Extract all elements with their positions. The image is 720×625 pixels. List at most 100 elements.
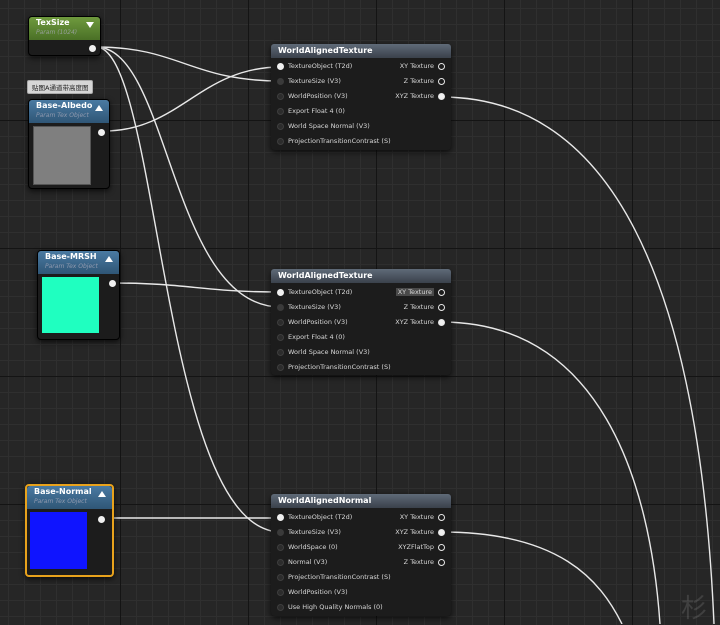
base-mrsh-node[interactable]: Base-MRSH Param Tex Object xyxy=(37,250,120,340)
input-projection-contrast[interactable]: ProjectionTransitionContrast (S) xyxy=(275,134,391,149)
input-texture-object[interactable]: TextureObject (T2d) xyxy=(275,285,352,300)
normal-title: Base-Normal xyxy=(34,487,92,496)
input-pin[interactable] xyxy=(277,349,284,356)
input-pin[interactable] xyxy=(277,574,284,581)
input-world-space[interactable]: WorldSpace (0) xyxy=(275,540,338,555)
input-pin[interactable] xyxy=(277,78,284,85)
normal-output-pin[interactable] xyxy=(98,516,105,523)
output-xy-texture[interactable]: XY Texture xyxy=(365,285,445,300)
collapse-arrow-icon[interactable] xyxy=(98,491,106,497)
output-xy-texture[interactable]: XY Texture xyxy=(365,510,445,525)
input-pin[interactable] xyxy=(277,138,284,145)
comment-text: 贴图A通道带高度图 xyxy=(32,84,89,92)
wire-wat1-xyz-out xyxy=(440,96,715,624)
input-texture-size[interactable]: TextureSize (V3) xyxy=(275,300,341,315)
collapse-arrow-icon[interactable] xyxy=(86,22,94,28)
input-label: Normal (V3) xyxy=(288,558,328,566)
input-label: Export Float 4 (0) xyxy=(288,107,345,115)
input-pin[interactable] xyxy=(277,544,284,551)
input-normal[interactable]: Normal (V3) xyxy=(275,555,327,570)
watermark-glyph: 杉 xyxy=(681,594,708,624)
output-xyz-texture[interactable]: XYZ Texture xyxy=(365,315,445,330)
wat2-title: WorldAlignedTexture xyxy=(271,269,451,283)
mrsh-title: Base-MRSH xyxy=(45,252,97,261)
output-label: XYZFlatTop xyxy=(398,543,434,551)
output-pin[interactable] xyxy=(438,63,445,70)
input-pin[interactable] xyxy=(277,63,284,70)
output-pin[interactable] xyxy=(438,304,445,311)
input-pin[interactable] xyxy=(277,319,284,326)
output-pin[interactable] xyxy=(438,289,445,296)
output-label: XYZ Texture xyxy=(395,318,434,326)
output-label: Z Texture xyxy=(403,77,434,85)
wire-mrsh-to-wat2 xyxy=(111,282,282,293)
mrsh-output-pin[interactable] xyxy=(109,280,116,287)
output-z-texture[interactable]: Z Texture xyxy=(365,74,445,89)
output-label: XYZ Texture xyxy=(395,92,434,100)
collapse-arrow-icon[interactable] xyxy=(105,256,113,262)
input-label: TextureObject (T2d) xyxy=(288,513,353,521)
wire-albedo-to-wat1 xyxy=(103,66,282,132)
output-pin[interactable] xyxy=(438,559,445,566)
input-texture-object[interactable]: TextureObject (T2d) xyxy=(275,510,352,525)
input-label: TextureSize (V3) xyxy=(288,528,341,536)
input-world-space-normal[interactable]: World Space Normal (V3) xyxy=(275,119,370,134)
input-pin[interactable] xyxy=(277,304,284,311)
input-pin[interactable] xyxy=(277,589,284,596)
input-pin[interactable] xyxy=(277,364,284,371)
output-pin[interactable] xyxy=(438,544,445,551)
input-pin[interactable] xyxy=(277,334,284,341)
normal-header: Base-Normal Param Tex Object xyxy=(27,486,112,509)
albedo-output-pin[interactable] xyxy=(98,129,105,136)
input-pin[interactable] xyxy=(277,108,284,115)
output-xyz-texture[interactable]: XYZ Texture xyxy=(365,525,445,540)
input-projection-contrast[interactable]: ProjectionTransitionContrast (S) xyxy=(275,570,391,585)
output-pin[interactable] xyxy=(438,529,445,536)
input-pin[interactable] xyxy=(277,529,284,536)
output-pin[interactable] xyxy=(438,78,445,85)
input-high-quality-normals[interactable]: Use High Quality Normals (0) xyxy=(275,600,383,615)
output-label: Z Texture xyxy=(403,558,434,566)
input-pin[interactable] xyxy=(277,604,284,611)
base-albedo-node[interactable]: Base-Albedo Param Tex Object xyxy=(28,99,110,189)
output-pin[interactable] xyxy=(438,93,445,100)
output-xy-texture[interactable]: XY Texture xyxy=(365,59,445,74)
output-pin[interactable] xyxy=(438,514,445,521)
input-export-float4[interactable]: Export Float 4 (0) xyxy=(275,330,345,345)
input-world-position[interactable]: WorldPosition (V3) xyxy=(275,89,348,104)
input-world-space-normal[interactable]: World Space Normal (V3) xyxy=(275,345,370,360)
input-projection-contrast[interactable]: ProjectionTransitionContrast (S) xyxy=(275,360,391,375)
base-normal-node[interactable]: Base-Normal Param Tex Object xyxy=(25,484,114,577)
input-pin[interactable] xyxy=(277,514,284,521)
wire-texsize-to-wat2 xyxy=(95,46,282,308)
input-pin[interactable] xyxy=(277,93,284,100)
collapse-arrow-icon[interactable] xyxy=(95,105,103,111)
normal-subtitle: Param Tex Object xyxy=(34,498,87,505)
output-label: XY Texture xyxy=(399,513,434,521)
input-texture-size[interactable]: TextureSize (V3) xyxy=(275,74,341,89)
input-texture-object[interactable]: TextureObject (T2d) xyxy=(275,59,352,74)
mrsh-subtitle: Param Tex Object xyxy=(45,263,98,270)
output-pin[interactable] xyxy=(438,319,445,326)
output-z-texture[interactable]: Z Texture xyxy=(365,555,445,570)
output-z-texture[interactable]: Z Texture xyxy=(365,300,445,315)
output-xyz-texture[interactable]: XYZ Texture xyxy=(365,89,445,104)
texsize-node[interactable]: TexSize Param (1024) xyxy=(28,16,101,56)
input-pin[interactable] xyxy=(277,559,284,566)
input-texture-size[interactable]: TextureSize (V3) xyxy=(275,525,341,540)
world-aligned-normal-node[interactable]: WorldAlignedNormal TextureObject (T2d) T… xyxy=(271,494,451,616)
comment-bubble[interactable]: 贴图A通道带高度图 xyxy=(27,80,94,94)
world-aligned-texture-node-1[interactable]: WorldAlignedTexture TextureObject (T2d) … xyxy=(271,44,451,150)
output-xyz-flat-top[interactable]: XYZFlatTop xyxy=(365,540,445,555)
albedo-header: Base-Albedo Param Tex Object xyxy=(29,100,109,123)
input-label: ProjectionTransitionContrast (S) xyxy=(288,363,391,371)
input-export-float4[interactable]: Export Float 4 (0) xyxy=(275,104,345,119)
input-pin[interactable] xyxy=(277,289,284,296)
texsize-output-pin[interactable] xyxy=(89,45,96,52)
input-world-position[interactable]: WorldPosition (V3) xyxy=(275,315,348,330)
albedo-subtitle: Param Tex Object xyxy=(36,112,89,119)
input-world-position[interactable]: WorldPosition (V3) xyxy=(275,585,348,600)
input-pin[interactable] xyxy=(277,123,284,130)
world-aligned-texture-node-2[interactable]: WorldAlignedTexture TextureObject (T2d) … xyxy=(271,269,451,375)
input-label: WorldPosition (V3) xyxy=(288,92,348,100)
